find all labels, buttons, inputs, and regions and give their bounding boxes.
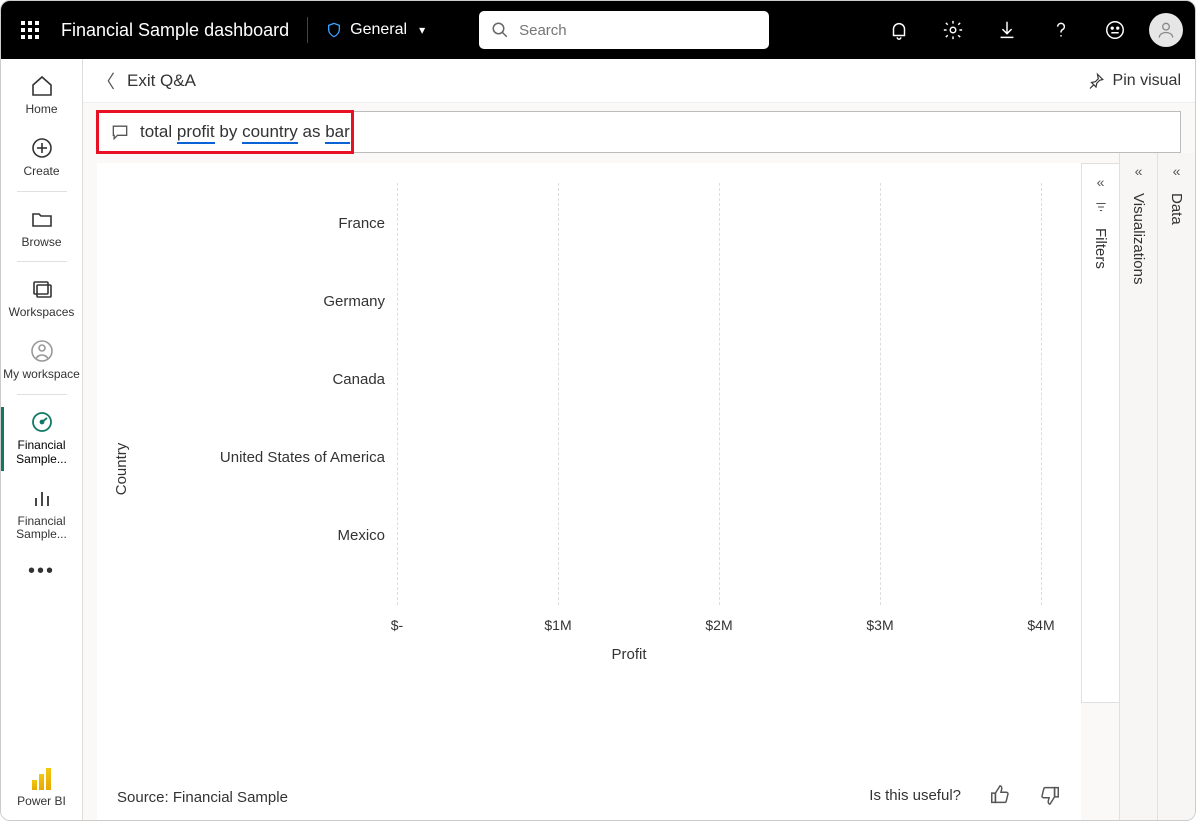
x-tick: $4M xyxy=(1027,617,1054,633)
divider xyxy=(307,17,308,43)
app-launcher-icon[interactable] xyxy=(13,13,47,47)
nav-my-workspace[interactable]: My workspace xyxy=(1,330,82,392)
top-bar: Financial Sample dashboard General ▾ xyxy=(1,1,1195,59)
bars-icon xyxy=(29,485,55,511)
nav-dashboard-item[interactable]: Financial Sample... xyxy=(1,401,82,477)
nav-browse[interactable]: Browse xyxy=(1,198,82,260)
feedback-row: Is this useful? xyxy=(869,784,1061,806)
nav-report-item[interactable]: Financial Sample... xyxy=(1,477,82,553)
visualizations-pane[interactable]: « Visualizations xyxy=(1119,153,1157,820)
chat-icon xyxy=(110,122,130,142)
category-label: Mexico xyxy=(207,527,397,544)
nav-label: Create xyxy=(23,165,59,179)
settings-icon[interactable] xyxy=(933,10,973,50)
exit-qna-link[interactable]: Exit Q&A xyxy=(127,71,196,91)
collapse-icon: « xyxy=(1173,163,1181,179)
nav-label: My workspace xyxy=(3,368,80,382)
sensitivity-label: General xyxy=(350,21,407,39)
x-tick: $3M xyxy=(866,617,893,633)
feedback-prompt: Is this useful? xyxy=(869,787,961,804)
main-area: 〈 Exit Q&A Pin visual total profit by co… xyxy=(83,59,1195,820)
nav-label: Home xyxy=(25,103,57,117)
gridline xyxy=(558,183,559,605)
left-nav: Home Create Browse Workspaces My workspa… xyxy=(1,59,83,820)
pin-label: Pin visual xyxy=(1113,72,1181,90)
gauge-icon xyxy=(29,409,55,435)
search-box[interactable] xyxy=(479,11,769,49)
back-button[interactable]: 〈 xyxy=(97,68,115,94)
data-pane[interactable]: « Data xyxy=(1157,153,1195,820)
shield-icon xyxy=(326,20,342,40)
notifications-icon[interactable] xyxy=(879,10,919,50)
category-label: United States of America xyxy=(207,449,397,466)
pane-label: Filters xyxy=(1092,228,1109,269)
category-label: France xyxy=(207,215,397,232)
collapse-icon: « xyxy=(1097,174,1105,190)
nav-workspaces[interactable]: Workspaces xyxy=(1,268,82,330)
visual-canvas: Country France Germany Canada United States… xyxy=(97,163,1081,820)
account-avatar[interactable] xyxy=(1149,13,1183,47)
search-icon xyxy=(491,21,509,39)
nav-label: Financial Sample... xyxy=(3,439,80,467)
brand-label: Power BI xyxy=(17,794,66,808)
filters-icon xyxy=(1094,200,1108,214)
nav-create[interactable]: Create xyxy=(1,127,82,189)
nav-home[interactable]: Home xyxy=(1,65,82,127)
help-icon[interactable] xyxy=(1041,10,1081,50)
powerbi-brand[interactable]: Power BI xyxy=(17,768,66,808)
feedback-face-icon[interactable] xyxy=(1095,10,1135,50)
chevron-down-icon: ▾ xyxy=(419,23,425,37)
filters-pane[interactable]: « Filters xyxy=(1081,163,1119,703)
sensitivity-dropdown[interactable]: General ▾ xyxy=(326,20,425,40)
pin-visual-button[interactable]: Pin visual xyxy=(1087,72,1181,90)
dashboard-title: Financial Sample dashboard xyxy=(61,20,289,41)
search-input[interactable] xyxy=(519,22,757,39)
gridline xyxy=(397,183,398,605)
gridline xyxy=(719,183,720,605)
home-icon xyxy=(29,73,55,99)
pane-label: Visualizations xyxy=(1130,193,1147,284)
download-icon[interactable] xyxy=(987,10,1027,50)
x-axis-label: Profit xyxy=(197,646,1061,663)
category-label: Germany xyxy=(207,293,397,310)
workspaces-icon xyxy=(29,276,55,302)
collapse-icon: « xyxy=(1135,163,1143,179)
gridline xyxy=(880,183,881,605)
category-label: Canada xyxy=(207,371,397,388)
folder-icon xyxy=(29,206,55,232)
thumbs-down-icon[interactable] xyxy=(1039,784,1061,806)
bar-chart: France Germany Canada United States of Amer… xyxy=(197,183,1061,653)
pin-icon xyxy=(1087,72,1105,90)
y-axis-label: Country xyxy=(113,443,130,496)
x-tick: $- xyxy=(391,617,403,633)
powerbi-logo-icon xyxy=(32,768,51,790)
thumbs-up-icon[interactable] xyxy=(989,784,1011,806)
create-icon xyxy=(29,135,55,161)
qna-text: total profit by country as bar xyxy=(140,122,350,142)
gridline xyxy=(1041,183,1042,605)
x-tick: $2M xyxy=(705,617,732,633)
pane-label: Data xyxy=(1168,193,1185,225)
nav-label: Workspaces xyxy=(9,306,75,320)
command-bar: 〈 Exit Q&A Pin visual xyxy=(83,59,1195,103)
x-tick: $1M xyxy=(544,617,571,633)
person-icon xyxy=(29,338,55,364)
qna-input[interactable]: total profit by country as bar xyxy=(97,111,1181,153)
nav-label: Browse xyxy=(21,236,61,250)
nav-more[interactable]: ••• xyxy=(1,552,82,593)
side-panes: « Filters « Visualizations « Data xyxy=(1081,153,1195,820)
nav-label: Financial Sample... xyxy=(3,515,80,543)
